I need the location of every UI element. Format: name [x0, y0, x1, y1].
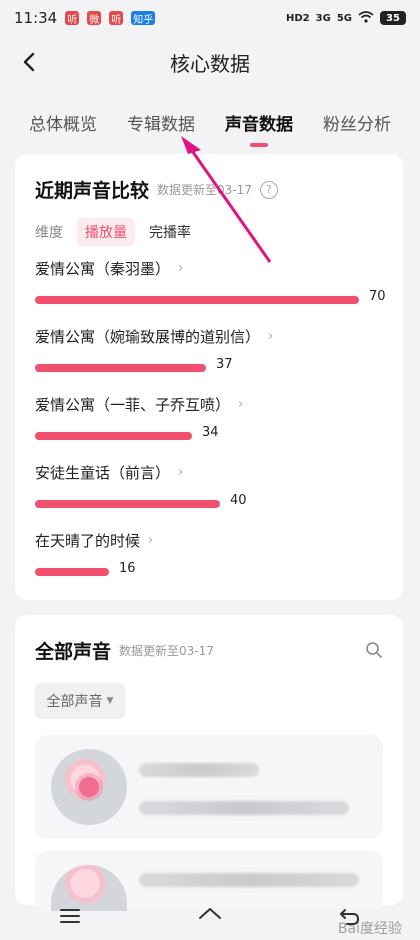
notification-icon-1: 听	[65, 11, 80, 26]
page-title: 核心数据	[170, 51, 250, 76]
dropdown-caret-icon: ▼	[106, 696, 114, 706]
home-icon	[199, 908, 221, 919]
bar-category-text: 爱情公寓（秦羽墨）	[35, 260, 171, 278]
nav-bar: 核心数据	[0, 36, 420, 88]
all-sounds-header: 全部声音 数据更新至03-17	[35, 637, 214, 664]
help-icon[interactable]: ?	[259, 180, 278, 199]
chevron-right-icon: ›	[238, 397, 244, 412]
tab-album-data[interactable]: 专辑数据	[123, 104, 199, 141]
hd-icon: HD2	[286, 12, 310, 24]
bar-category-label: 爱情公寓（婉瑜致展博的道别信） ›	[35, 326, 395, 347]
bar-track: 40	[35, 493, 395, 509]
bar-category-text: 爱情公寓（婉瑜致展博的道别信）	[35, 328, 261, 346]
bar-value-label: 16	[119, 561, 136, 576]
bar-value-label: 40	[230, 493, 247, 508]
metric-play-count[interactable]: 播放量	[77, 218, 135, 246]
bar-value-label: 37	[216, 357, 233, 372]
bar	[35, 364, 206, 372]
tab-fan-analysis[interactable]: 粉丝分析	[319, 104, 395, 141]
all-sounds-card: 全部声音 数据更新至03-17 全部声音 ▼	[15, 615, 403, 911]
recent-compare-card: 近期声音比较 数据更新至03-17 ? 维度 播放量 完播率 爱情公寓（秦羽墨）…	[15, 154, 403, 600]
tab-sound-data-label: 声音数据	[225, 114, 293, 135]
all-sounds-title: 全部声音	[35, 641, 112, 663]
chevron-right-icon: ›	[148, 533, 154, 548]
bar-track: 70	[35, 289, 395, 305]
blurred-meta	[139, 801, 349, 815]
notification-icon-3: 听	[109, 11, 124, 26]
battery-icon: 35	[380, 11, 406, 25]
recent-compare-updated: 数据更新至03-17	[157, 183, 252, 197]
tab-sound-data[interactable]: 声音数据	[221, 104, 297, 147]
bar-row[interactable]: 爱情公寓（婉瑜致展博的道别信） › 37	[35, 326, 395, 373]
tab-active-indicator	[250, 142, 268, 147]
chevron-right-icon: ›	[268, 329, 274, 344]
chevron-right-icon: ›	[178, 465, 184, 480]
bar-value-label: 34	[202, 425, 219, 440]
sound-filter-dropdown[interactable]: 全部声音 ▼	[35, 683, 125, 719]
bar	[35, 568, 109, 576]
sound-filter-label: 全部声音	[46, 694, 103, 710]
signal-5g-icon: 5G	[336, 12, 352, 24]
notification-icon-4: 知乎	[131, 11, 156, 26]
bar-category-text: 安徒生童话（前言）	[35, 464, 171, 482]
bar	[35, 432, 192, 440]
bar-value-label: 70	[369, 289, 386, 304]
status-left: 11:34 听 微 听 知乎	[14, 9, 156, 27]
recent-compare-title: 近期声音比较	[35, 180, 150, 202]
bar-row[interactable]: 爱情公寓（秦羽墨） › 70	[35, 258, 395, 305]
back-icon	[23, 52, 35, 72]
tab-overview-label: 总体概览	[29, 114, 97, 135]
wifi-icon	[358, 10, 374, 26]
notification-icon-2: 微	[87, 11, 102, 26]
menu-button[interactable]	[52, 898, 88, 934]
blurred-title	[139, 763, 259, 777]
signal-3g-icon: 3G	[315, 12, 331, 24]
bar-track: 16	[35, 561, 395, 577]
bar-category-text: 爱情公寓（一菲、子乔互喷）	[35, 396, 231, 414]
bar-track: 37	[35, 357, 395, 373]
bar-category-text: 在天晴了的时候	[35, 532, 141, 550]
chevron-right-icon: ›	[178, 261, 184, 276]
tab-bar: 总体概览 专辑数据 声音数据 粉丝分析	[0, 100, 420, 147]
back-button[interactable]	[14, 46, 46, 78]
metric-selector: 维度 播放量 完播率	[35, 218, 191, 246]
recent-compare-header: 近期声音比较 数据更新至03-17 ?	[35, 176, 278, 203]
bar	[35, 500, 220, 508]
bar-category-label: 在天晴了的时候 ›	[35, 530, 395, 551]
bar-category-label: 爱情公寓（秦羽墨） ›	[35, 258, 395, 279]
sound-list-item[interactable]	[35, 735, 383, 839]
flower-decoration-icon	[79, 777, 99, 797]
status-bar: 11:34 听 微 听 知乎 HD2 3G 5G 35	[0, 0, 420, 36]
watermark: Bai度经验	[337, 921, 402, 937]
bar-row[interactable]: 安徒生童话（前言） › 40	[35, 462, 395, 509]
tab-overview[interactable]: 总体概览	[25, 104, 101, 141]
blurred-title	[139, 873, 359, 887]
home-button[interactable]	[192, 898, 228, 934]
bar-track: 34	[35, 425, 395, 441]
status-right: HD2 3G 5G 35	[286, 10, 406, 26]
bar-category-label: 爱情公寓（一菲、子乔互喷） ›	[35, 394, 395, 415]
tab-album-data-label: 专辑数据	[127, 114, 195, 135]
status-time: 11:34	[14, 9, 58, 27]
bar-row[interactable]: 在天晴了的时候 › 16	[35, 530, 395, 577]
bar-row[interactable]: 爱情公寓（一菲、子乔互喷） › 34	[35, 394, 395, 441]
dimension-label: 维度	[35, 225, 63, 241]
search-icon[interactable]	[365, 641, 383, 659]
bar-category-label: 安徒生童话（前言） ›	[35, 462, 395, 483]
metric-completion-rate[interactable]: 完播率	[149, 222, 191, 242]
all-sounds-updated: 数据更新至03-17	[119, 644, 214, 658]
menu-icon	[60, 909, 80, 923]
tab-fan-analysis-label: 粉丝分析	[323, 114, 391, 135]
bar	[35, 296, 359, 304]
